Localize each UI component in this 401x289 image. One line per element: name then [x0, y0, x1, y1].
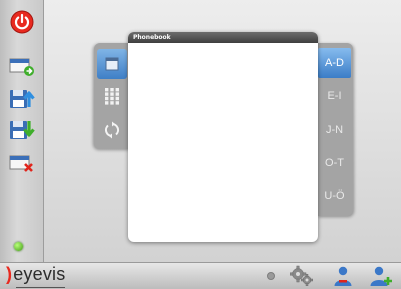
download-button[interactable] — [6, 113, 37, 144]
eyevis-logo: )eyevis — [6, 264, 66, 288]
tab-a-d[interactable]: A-D — [318, 48, 351, 78]
tab-j-n[interactable]: J-N — [318, 115, 351, 145]
logo-mark: ) — [6, 264, 13, 284]
power-icon — [10, 10, 33, 33]
list-card-icon — [105, 57, 119, 71]
refresh-icon — [104, 121, 120, 139]
settings-button[interactable] — [290, 264, 314, 288]
phonebook-window: Phonebook — [128, 32, 318, 242]
upload-button[interactable] — [6, 82, 37, 113]
refresh-button[interactable] — [97, 115, 127, 145]
tab-u-o[interactable]: U-Ö — [318, 181, 351, 211]
letter-tabs: A-D E-I J-N O-T U-Ö — [317, 43, 353, 216]
power-button[interactable] — [6, 6, 37, 37]
eyevis-app: A-D E-I J-N O-T U-Ö Phonebook )eyevis — [0, 0, 401, 289]
view-tabs — [94, 43, 130, 149]
tray-arrow-icon — [9, 58, 34, 76]
add-user-icon — [370, 266, 392, 286]
contact-list[interactable] — [128, 43, 318, 242]
status-indicator — [14, 242, 23, 251]
user-icon — [334, 266, 352, 286]
save-upload-icon — [9, 89, 35, 108]
logo-text: eyevis — [13, 264, 66, 284]
tab-e-i[interactable]: E-I — [318, 81, 351, 111]
save-download-icon — [9, 120, 35, 139]
window-title: Phonebook — [128, 32, 318, 43]
left-sidebar — [0, 0, 44, 262]
status-dot-icon — [267, 272, 275, 280]
delete-button[interactable] — [6, 147, 37, 178]
add-user-button[interactable] — [369, 264, 393, 288]
open-button[interactable] — [6, 50, 37, 81]
user-button[interactable] — [331, 264, 355, 288]
tab-o-t[interactable]: O-T — [318, 148, 351, 178]
tray-delete-icon — [9, 155, 33, 172]
tab-keypad-view[interactable] — [97, 81, 127, 111]
tab-list-view[interactable] — [97, 49, 127, 79]
settings-icon — [290, 265, 313, 286]
keypad-icon — [105, 88, 119, 105]
bottom-bar: )eyevis — [0, 262, 401, 289]
